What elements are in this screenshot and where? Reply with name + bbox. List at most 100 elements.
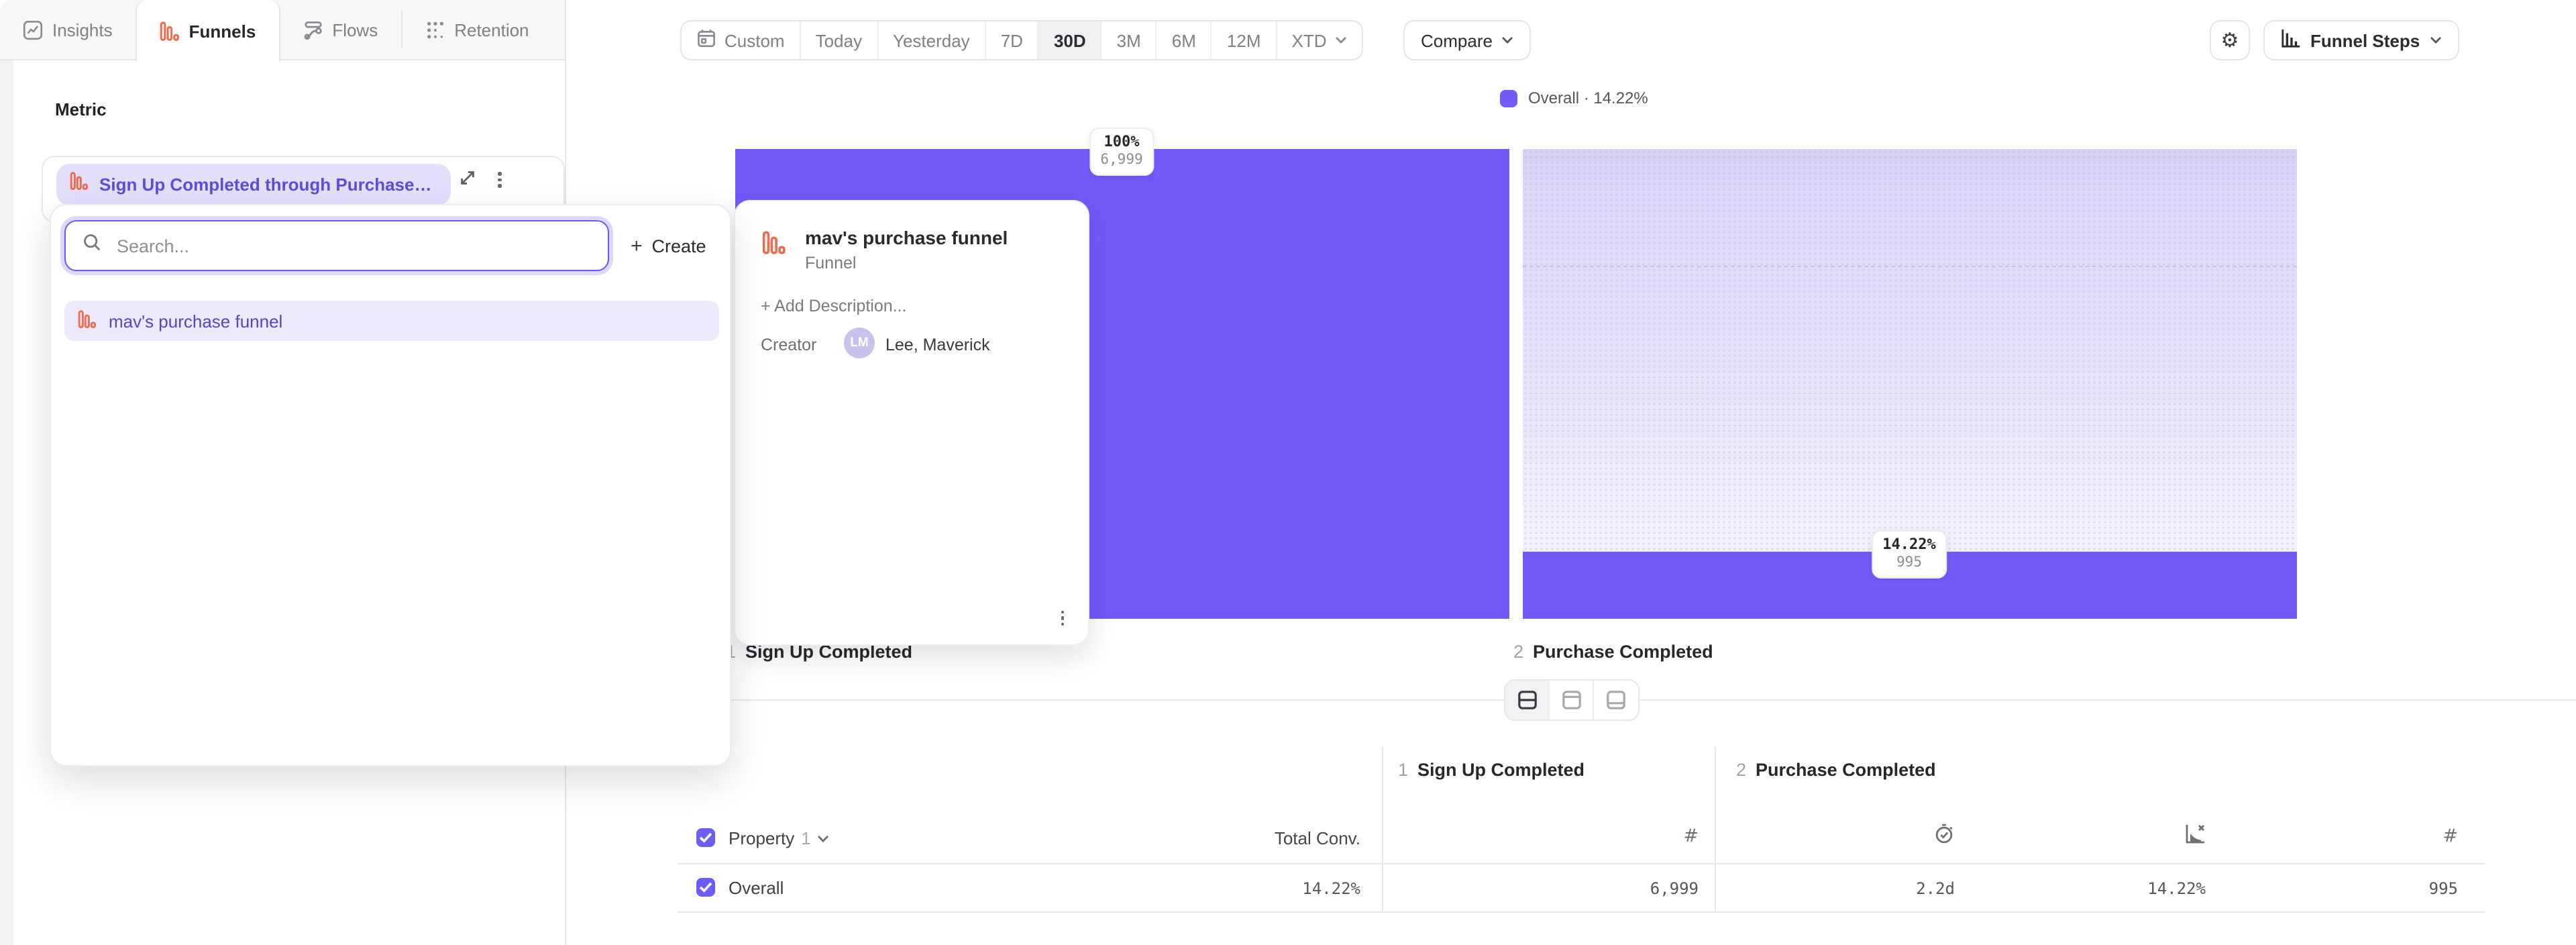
expand-icon[interactable] (458, 168, 478, 195)
range-yesterday[interactable]: Yesterday (878, 21, 986, 59)
funnel-steps-chart-icon (2281, 28, 2301, 52)
dropoff-dash-line (1523, 266, 2297, 267)
flows-icon (303, 19, 323, 40)
funnel-card-icon (762, 231, 786, 262)
plus-icon: + (631, 234, 643, 257)
metric-section-label: Metric (55, 99, 107, 119)
step1-count-header[interactable]: # (1543, 826, 1699, 847)
range-label: 7D (1001, 30, 1023, 50)
layout-chart-only-button[interactable] (1550, 681, 1594, 719)
avatar: LM (844, 328, 875, 358)
layout-table-only-button[interactable] (1594, 681, 1638, 719)
result-label: mav's purchase funnel (109, 311, 282, 331)
card-type-label: Funnel (805, 254, 856, 272)
range-7d[interactable]: 7D (986, 21, 1039, 59)
range-30d[interactable]: 30D (1039, 21, 1102, 59)
metric-pill[interactable]: Sign Up Completed through Purchase C... (56, 164, 451, 205)
search-input[interactable] (114, 234, 592, 257)
bar-count: 995 (1882, 554, 1936, 572)
chart-legend[interactable]: Overall · 14.22% (1500, 89, 1648, 107)
row-checkbox[interactable] (696, 878, 715, 897)
table-column-divider (1382, 746, 1383, 911)
create-button[interactable]: + Create (625, 227, 712, 264)
table-row-divider (678, 911, 2485, 913)
range-label: 12M (1227, 30, 1261, 50)
tab-flows[interactable]: Flows (280, 0, 400, 59)
metric-detail-card: mav's purchase funnel Funnel + Add Descr… (734, 200, 1089, 646)
range-label: XTD (1292, 30, 1327, 50)
range-6m[interactable]: 6M (1157, 21, 1212, 59)
funnel-metric-icon (70, 172, 89, 197)
step-number: 2 (1736, 760, 1746, 780)
range-label: 3M (1117, 30, 1141, 50)
tab-label: Flows (332, 19, 378, 40)
compare-button[interactable]: Compare (1403, 20, 1532, 60)
calendar-icon (696, 28, 716, 52)
range-12m[interactable]: 12M (1212, 21, 1277, 59)
range-label: Today (816, 30, 862, 50)
property-label: Property (729, 828, 794, 848)
hash-icon: # (2443, 826, 2458, 847)
create-label: Create (652, 236, 706, 256)
search-icon (82, 232, 102, 259)
layout-toggle-group (1504, 679, 1640, 721)
funnels-icon (160, 21, 180, 41)
range-label: 6M (1172, 30, 1196, 50)
gear-icon: ⚙ (2221, 28, 2239, 52)
hash-icon: # (1683, 826, 1699, 847)
metric-pill-label: Sign Up Completed through Purchase C... (99, 175, 432, 195)
table-column-divider (1715, 746, 1716, 911)
step-number: 1 (1398, 760, 1408, 780)
view-selector-label: Funnel Steps (2310, 30, 2420, 50)
metric-search-popup: + Create mav's purchase funnel (50, 204, 731, 766)
tab-funnels[interactable]: Funnels (136, 0, 280, 62)
bar-value-label-step2: 14.22% 995 (1872, 530, 1947, 579)
settings-button[interactable]: ⚙ (2210, 20, 2250, 60)
range-label: Yesterday (893, 30, 970, 50)
card-title: mav's purchase funnel (805, 227, 1008, 248)
total-conv-header[interactable]: Total Conv. (1100, 828, 1360, 848)
chevron-down-icon (2429, 36, 2441, 44)
select-all-checkbox[interactable] (696, 828, 715, 847)
step2-count-header[interactable]: # (2321, 826, 2458, 847)
add-description-button[interactable]: + Add Description... (761, 297, 907, 315)
step2-conv-header[interactable] (2066, 823, 2206, 848)
kebab-menu-icon[interactable] (494, 168, 505, 191)
range-label: 30D (1054, 30, 1086, 50)
step-number: 2 (1513, 642, 1523, 662)
row-label[interactable]: Overall (729, 878, 784, 898)
compare-label: Compare (1421, 30, 1493, 50)
table-step-header-2: 2 Purchase Completed (1736, 760, 1936, 780)
table-step-header-1: 1 Sign Up Completed (1398, 760, 1585, 780)
range-3m[interactable]: 3M (1102, 21, 1157, 59)
tab-retention[interactable]: Retention (402, 0, 551, 59)
step-axis-label-2: 2 Purchase Completed (1513, 642, 1713, 662)
range-custom[interactable]: Custom (682, 21, 801, 59)
chevron-down-icon (1502, 36, 1514, 44)
report-type-tabs: Insights Funnels Flows (0, 0, 566, 60)
conversion-rate-icon (2184, 828, 2206, 848)
property-header[interactable]: Property 1 (729, 828, 830, 848)
view-selector-button[interactable]: Funnel Steps (2263, 20, 2459, 60)
range-xtd[interactable]: XTD (1277, 21, 1362, 59)
bar-pct: 14.22% (1882, 536, 1936, 554)
range-today[interactable]: Today (801, 21, 878, 59)
retention-icon (425, 19, 445, 40)
row-step1-count: 6,999 (1543, 879, 1699, 898)
chevron-down-icon (818, 834, 830, 842)
insights-icon (23, 19, 43, 40)
step2-time-header[interactable] (1811, 823, 1955, 848)
card-kebab-menu-icon[interactable] (1055, 605, 1069, 631)
layout-split-view-button[interactable] (1505, 681, 1550, 719)
bar-count: 6,999 (1100, 152, 1142, 169)
tab-label: Insights (52, 19, 113, 40)
funnel-bar-step2-dropoff (1523, 149, 2297, 552)
row-step2-avg-time: 2.2d (1811, 879, 1955, 898)
funnel-result-icon (78, 309, 97, 332)
search-result-item[interactable]: mav's purchase funnel (64, 301, 719, 341)
row-total-conv: 14.22% (1100, 879, 1360, 898)
table-header-divider (678, 863, 2485, 864)
funnels-app: Insights Funnels Flows (0, 0, 2576, 945)
tab-insights[interactable]: Insights (0, 0, 136, 59)
row-step2-count: 995 (2321, 879, 2458, 898)
